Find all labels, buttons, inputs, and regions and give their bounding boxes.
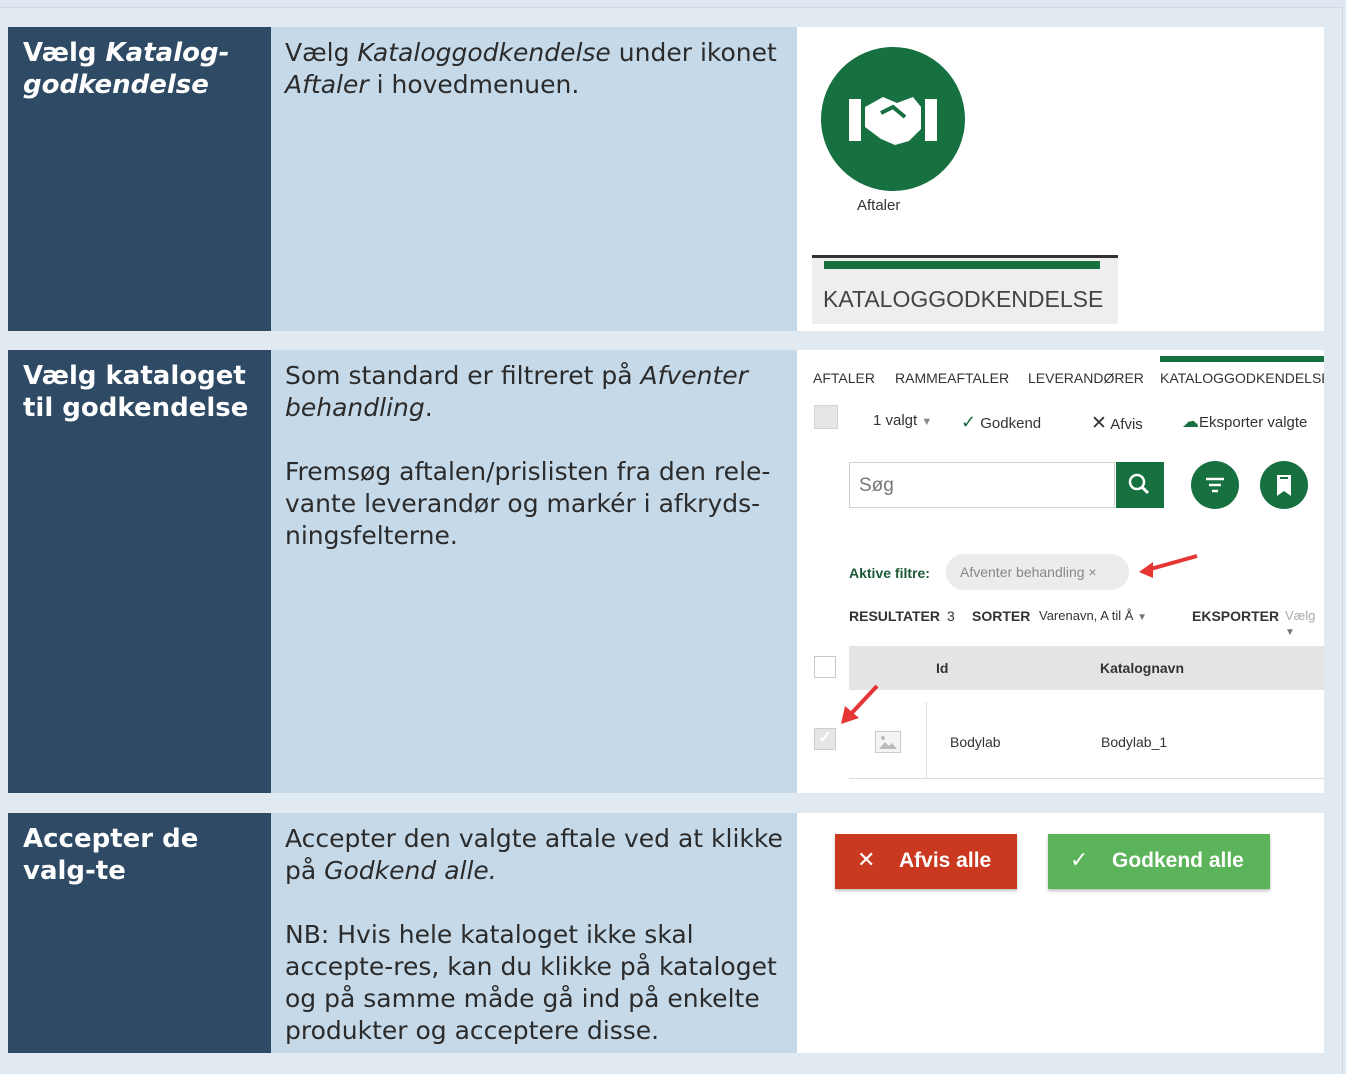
description-paragraph: Fremsøg aftalen/prislisten fra den rele-…: [285, 457, 771, 550]
picture-icon: [879, 736, 897, 749]
cloud-download-icon: ☁: [1182, 412, 1199, 431]
image-placeholder-icon: [875, 731, 901, 753]
text: .: [424, 393, 433, 422]
column-katalognavn: Katalognavn: [1100, 660, 1185, 676]
search-button[interactable]: [1116, 462, 1164, 508]
search-placeholder: Søg: [859, 475, 894, 496]
export-select[interactable]: Vælg ▼: [1285, 608, 1324, 638]
approve-all-button[interactable]: ✓ Godkend alle: [1048, 834, 1270, 889]
filter-button[interactable]: [1191, 461, 1239, 509]
heading-text: Vælg: [23, 38, 106, 68]
bookmark-icon: [1277, 475, 1291, 496]
caret-down-icon: ▼: [1137, 612, 1147, 623]
row-checkbox[interactable]: ✓: [814, 728, 836, 750]
row-accept: Accepter de valg-te Accepter den valgte …: [8, 813, 1324, 1053]
description-paragraph: Accepter den valgte aftale ved at klikke…: [285, 823, 785, 887]
sort-label: SORTER: [972, 608, 1031, 624]
row-heading: Vælg Katalog-godkendelse: [23, 37, 259, 101]
description-paragraph: Som standard er filtreret på Afventer be…: [285, 360, 785, 424]
text-italic: Kataloggodkendelse: [357, 38, 611, 67]
text: Vælg: [285, 38, 358, 67]
select-all-checkbox[interactable]: [814, 405, 838, 429]
row-heading-cell: Vælg Katalog-godkendelse: [8, 27, 271, 331]
selected-text: 1 valgt: [873, 412, 918, 429]
row-screenshot-cell: ✕ Afvis alle ✓ Godkend alle: [797, 813, 1324, 1053]
row-heading: Vælg kataloget til godkendelse: [23, 361, 249, 423]
approve-button[interactable]: ✓ Godkend: [961, 412, 1041, 433]
nav-leverandoerer[interactable]: LEVERANDØRER: [1028, 370, 1144, 386]
approve-all-label: Godkend alle: [1112, 849, 1244, 872]
close-icon: ✕: [1091, 413, 1107, 434]
sort-select[interactable]: Varenavn, A til Å ▼: [1039, 608, 1147, 623]
results-count: 3: [947, 608, 955, 624]
row-select-approval: Vælg Katalog-godkendelse Vælg Kataloggod…: [8, 27, 1324, 331]
export-selected-label: Eksporter valgte: [1199, 414, 1308, 431]
filter-icon: [1206, 477, 1224, 493]
row-description-cell: Accepter den valgte aftale ved at klikke…: [271, 813, 797, 1053]
row-katalognavn[interactable]: Bodylab_1: [1101, 734, 1167, 750]
text: under ikonet: [610, 38, 777, 67]
row-screenshot-cell: Aftaler KATALOGGODKENDELSE: [797, 27, 1324, 331]
bookmark-button[interactable]: [1260, 461, 1308, 509]
text-italic: Aftaler: [285, 70, 369, 99]
divider: [926, 702, 927, 778]
aftaler-icon[interactable]: [821, 47, 965, 191]
description-paragraph: Vælg Kataloggodkendelse under ikonet Aft…: [285, 37, 785, 101]
caret-down-icon: ▼: [1285, 627, 1295, 638]
tab-kataloggodkendelse[interactable]: KATALOGGODKENDELSE: [812, 255, 1118, 324]
description-paragraph: NB: Hvis hele kataloget ikke skal accept…: [285, 920, 777, 1045]
export-label: EKSPORTER: [1192, 608, 1280, 624]
reject-all-label: Afvis alle: [899, 849, 992, 872]
results-label: RESULTATER: [849, 608, 940, 624]
export-selected-button[interactable]: ☁Eksporter valgte: [1182, 412, 1307, 432]
nav-kataloggodkendelse[interactable]: KATALOGGODKENDELSE: [1160, 370, 1324, 386]
export-value: Vælg: [1285, 608, 1316, 623]
reject-button[interactable]: ✕ Afvis: [1091, 412, 1143, 435]
handshake-icon: [849, 97, 937, 145]
text: i hovedmenuen.: [368, 70, 580, 99]
aftaler-label: Aftaler: [857, 197, 901, 214]
red-arrow-icon: [1139, 554, 1198, 578]
row-id[interactable]: Bodylab: [950, 734, 1001, 750]
row-description-cell: Vælg Kataloggodkendelse under ikonet Aft…: [271, 27, 797, 331]
text-italic: Godkend alle.: [324, 856, 497, 885]
active-tab-indicator: [1160, 356, 1324, 362]
row-divider: [849, 778, 1324, 779]
row-heading: Accepter de valg-te: [23, 824, 199, 886]
caret-down-icon: ▼: [921, 416, 933, 428]
reject-label: Afvis: [1110, 416, 1143, 433]
active-tab-indicator: [824, 261, 1100, 269]
tab-label: KATALOGGODKENDELSE: [823, 286, 1104, 312]
table-header: Id Katalognavn: [849, 646, 1324, 690]
check-icon: ✓: [818, 728, 833, 747]
active-filters-label: Aktive filtre:: [849, 565, 930, 581]
row-description-cell: Som standard er filtreret på Afventer be…: [271, 350, 797, 793]
row-screenshot-cell: AFTALER RAMMEAFTALER LEVERANDØRER KATALO…: [797, 350, 1324, 793]
reject-all-button[interactable]: ✕ Afvis alle: [835, 834, 1017, 889]
red-arrow-icon: [841, 684, 879, 724]
column-id: Id: [936, 660, 949, 676]
nav-aftaler[interactable]: AFTALER: [813, 370, 875, 386]
selected-count[interactable]: 1 valgt ▼: [873, 412, 932, 429]
row-heading-cell: Vælg kataloget til godkendelse: [8, 350, 271, 793]
check-icon: ✓: [961, 412, 977, 432]
text: Som standard er filtreret på: [285, 361, 641, 390]
filter-chip[interactable]: Afventer behandling ×: [946, 554, 1129, 590]
row-heading-cell: Accepter de valg-te: [8, 813, 271, 1053]
row-choose-catalog: Vælg kataloget til godkendelse Som stand…: [8, 350, 1324, 793]
check-icon: ✓: [1070, 847, 1089, 872]
close-icon: ✕: [857, 847, 876, 872]
search-input[interactable]: Søg: [849, 462, 1115, 508]
header-checkbox[interactable]: [814, 656, 836, 678]
approve-label: Godkend: [980, 415, 1042, 432]
nav-rammeaftaler[interactable]: RAMMEAFTALER: [895, 370, 1009, 386]
search-icon: [1128, 473, 1150, 495]
sort-value: Varenavn, A til Å: [1039, 608, 1134, 623]
